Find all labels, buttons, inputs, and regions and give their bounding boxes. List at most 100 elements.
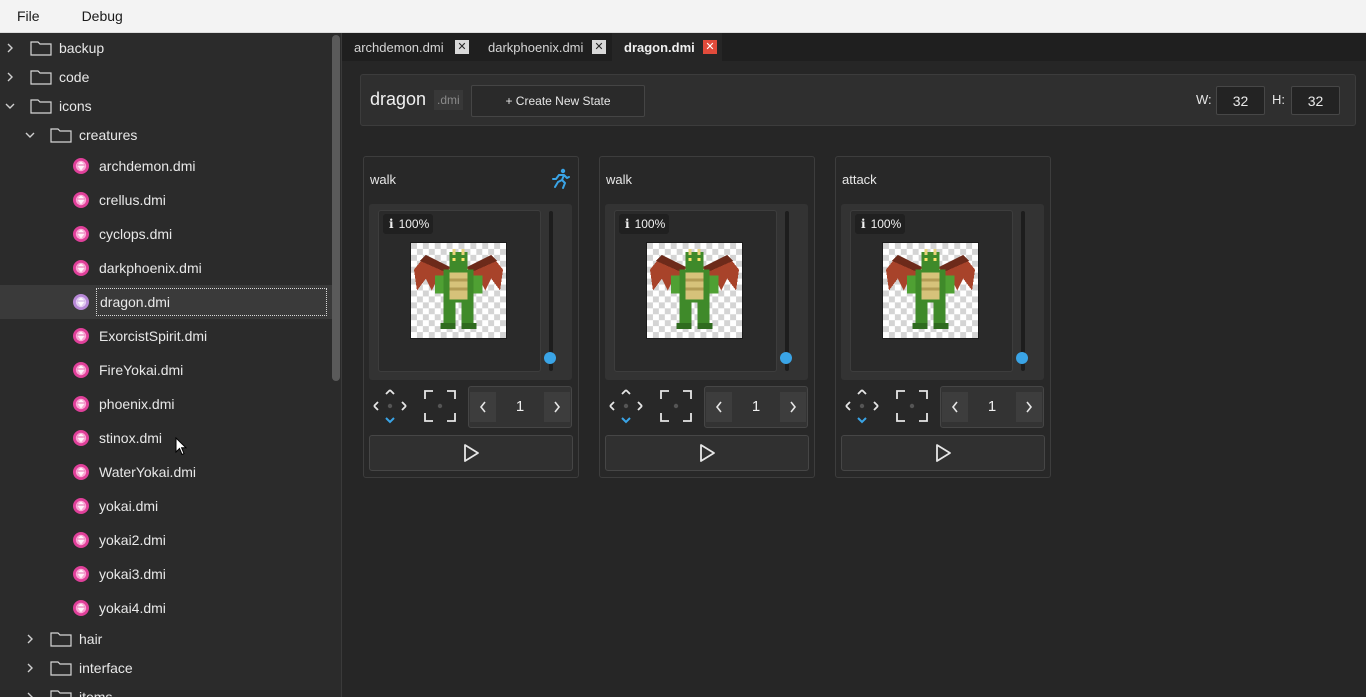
file-item[interactable]: stinox.dmi xyxy=(0,421,336,455)
file-item[interactable]: WaterYokai.dmi xyxy=(0,455,336,489)
file-label: yokai.dmi xyxy=(99,498,159,514)
state-card[interactable]: walk i 100% 1 xyxy=(363,156,579,478)
previous-frame-button[interactable] xyxy=(942,392,968,422)
frames-icon[interactable] xyxy=(420,386,460,426)
width-input[interactable] xyxy=(1216,86,1265,115)
folder-icon xyxy=(30,69,52,85)
frame-count[interactable]: 1 xyxy=(735,398,777,415)
chevron-left-icon xyxy=(715,401,722,413)
file-item[interactable]: yokai2.dmi xyxy=(0,523,336,557)
close-icon[interactable]: ✕ xyxy=(703,40,717,54)
frame-count[interactable]: 1 xyxy=(499,398,541,415)
tree-folder-items[interactable]: items xyxy=(0,682,328,697)
info-icon[interactable]: i xyxy=(383,217,399,231)
chevron-right-icon[interactable] xyxy=(3,41,17,55)
directions-icon[interactable] xyxy=(606,386,646,426)
tree-folder-icons[interactable]: icons xyxy=(0,91,328,120)
file-item[interactable]: yokai3.dmi xyxy=(0,557,336,591)
dmi-file-icon xyxy=(72,565,90,583)
file-item[interactable]: phoenix.dmi xyxy=(0,387,336,421)
play-icon xyxy=(700,444,715,462)
tree-folder-backup[interactable]: backup xyxy=(0,33,328,62)
preview-frame: i 100% xyxy=(614,210,777,372)
state-name[interactable]: walk xyxy=(370,172,396,187)
file-item[interactable]: dragon.dmi xyxy=(0,285,336,319)
next-frame-button[interactable] xyxy=(544,392,570,422)
zoom-badge[interactable]: i 100% xyxy=(383,214,434,234)
file-item[interactable]: ExorcistSpirit.dmi xyxy=(0,319,336,353)
info-icon[interactable]: i xyxy=(619,217,635,231)
play-button[interactable] xyxy=(605,435,809,471)
tab-archdemon[interactable]: archdemon.dmi ✕ xyxy=(342,33,476,61)
play-icon xyxy=(464,444,479,462)
next-frame-button[interactable] xyxy=(1016,392,1042,422)
dmi-file-icon xyxy=(72,395,90,413)
dmi-file-icon xyxy=(72,327,90,345)
folder-icon xyxy=(50,127,72,143)
menu-file[interactable]: File xyxy=(8,0,49,33)
movement-state-icon[interactable] xyxy=(548,167,572,191)
chevron-right-icon[interactable] xyxy=(3,70,17,84)
file-item[interactable]: yokai.dmi xyxy=(0,489,336,523)
directions-icon[interactable] xyxy=(842,386,882,426)
file-label: dragon.dmi xyxy=(96,288,327,316)
state-card[interactable]: walk i 100% 1 xyxy=(599,156,815,478)
close-icon[interactable]: ✕ xyxy=(455,40,469,54)
tab-darkphoenix[interactable]: darkphoenix.dmi ✕ xyxy=(476,33,612,61)
state-card[interactable]: attack i 100% 1 xyxy=(835,156,1051,478)
zoom-level: 100% xyxy=(398,217,430,231)
height-input[interactable] xyxy=(1291,86,1340,115)
zoom-slider-track[interactable] xyxy=(785,211,789,371)
zoom-slider-thumb[interactable] xyxy=(780,352,792,364)
chevron-right-icon[interactable] xyxy=(23,690,37,697)
zoom-slider-thumb[interactable] xyxy=(1016,352,1028,364)
close-icon[interactable]: ✕ xyxy=(592,40,606,54)
create-new-state-button[interactable]: + Create New State xyxy=(471,85,645,117)
chevron-down-icon[interactable] xyxy=(23,128,37,142)
frame-stepper[interactable]: 1 xyxy=(468,386,572,428)
tree-folder-creatures[interactable]: creatures xyxy=(0,120,328,149)
folder-icon xyxy=(50,631,72,647)
file-item[interactable]: crellus.dmi xyxy=(0,183,336,217)
play-button[interactable] xyxy=(369,435,573,471)
sprite-preview xyxy=(646,242,743,339)
play-button[interactable] xyxy=(841,435,1045,471)
directions-icon[interactable] xyxy=(370,386,410,426)
frame-stepper[interactable]: 1 xyxy=(940,386,1044,428)
tree-folder-code[interactable]: code xyxy=(0,62,328,91)
frames-icon[interactable] xyxy=(892,386,932,426)
frame-stepper[interactable]: 1 xyxy=(704,386,808,428)
chevron-down-icon[interactable] xyxy=(3,99,17,113)
file-item[interactable]: FireYokai.dmi xyxy=(0,353,336,387)
chevron-right-icon[interactable] xyxy=(23,661,37,675)
previous-frame-button[interactable] xyxy=(706,392,732,422)
frame-count[interactable]: 1 xyxy=(971,398,1013,415)
file-item[interactable]: archdemon.dmi xyxy=(0,149,336,183)
tree-folder-hair[interactable]: hair xyxy=(0,624,328,653)
sidebar-scrollbar[interactable] xyxy=(332,35,340,381)
state-name[interactable]: walk xyxy=(606,172,632,187)
file-item[interactable]: darkphoenix.dmi xyxy=(0,251,336,285)
zoom-level: 100% xyxy=(634,217,666,231)
zoom-badge[interactable]: i 100% xyxy=(619,214,670,234)
previous-frame-button[interactable] xyxy=(470,392,496,422)
zoom-slider-track[interactable] xyxy=(1021,211,1025,371)
chevron-right-icon[interactable] xyxy=(23,632,37,646)
tree-folder-interface[interactable]: interface xyxy=(0,653,328,682)
chevron-left-icon xyxy=(479,401,486,413)
chevron-right-icon xyxy=(1026,401,1033,413)
next-frame-button[interactable] xyxy=(780,392,806,422)
info-icon[interactable]: i xyxy=(855,217,871,231)
zoom-badge[interactable]: i 100% xyxy=(855,214,906,234)
zoom-slider-track[interactable] xyxy=(549,211,553,371)
state-name[interactable]: attack xyxy=(842,172,877,187)
menu-debug[interactable]: Debug xyxy=(73,0,132,33)
file-item[interactable]: yokai4.dmi xyxy=(0,591,336,625)
file-item[interactable]: cyclops.dmi xyxy=(0,217,336,251)
menu-bar: File Debug xyxy=(0,0,1366,33)
zoom-slider-thumb[interactable] xyxy=(544,352,556,364)
preview-frame: i 100% xyxy=(378,210,541,372)
tab-dragon[interactable]: dragon.dmi ✕ xyxy=(612,33,722,61)
frames-icon[interactable] xyxy=(656,386,696,426)
file-label: yokai3.dmi xyxy=(99,566,166,582)
